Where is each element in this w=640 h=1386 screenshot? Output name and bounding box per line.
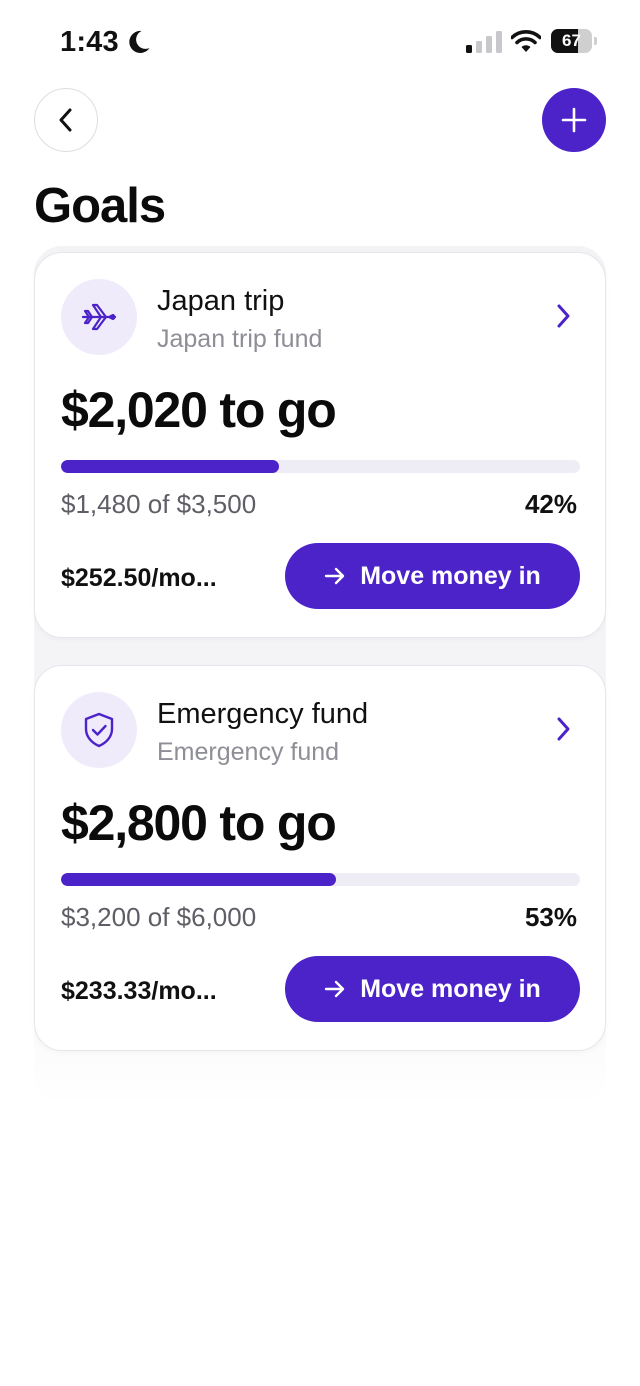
- plus-icon: [561, 107, 587, 133]
- move-money-in-button[interactable]: Move money in: [285, 543, 580, 609]
- arrow-right-icon: [325, 980, 345, 998]
- goal-saved-of-target: $1,480 of $3,500: [61, 489, 257, 519]
- move-money-in-label: Move money in: [360, 561, 541, 590]
- chevron-right-icon[interactable]: [551, 714, 575, 744]
- battery-level: 67: [562, 31, 581, 50]
- wifi-icon: [511, 30, 541, 52]
- move-money-in-label: Move money in: [360, 974, 541, 1003]
- status-bar: 1:43 67: [0, 0, 640, 86]
- moon-icon: [129, 30, 150, 53]
- status-time: 1:43: [60, 26, 119, 58]
- battery-indicator: 67: [551, 29, 597, 53]
- goal-saved-of-target: $3,200 of $6,000: [61, 902, 257, 932]
- chevron-left-icon: [59, 108, 72, 132]
- goals-screen: 1:43 67 Goals Japan trip Japan trip fund…: [0, 0, 640, 1386]
- goal-remaining-amount: $2,020 to go: [61, 382, 337, 438]
- battery-body: 67: [551, 29, 592, 53]
- chevron-right-icon[interactable]: [551, 301, 575, 331]
- goal-percent: 53%: [524, 902, 577, 932]
- goal-progress-bar: [61, 873, 580, 886]
- goal-subtitle: Japan trip fund: [157, 325, 323, 353]
- page-title: Goals: [34, 179, 166, 233]
- goal-progress-fill: [61, 460, 279, 473]
- airplane-icon: [81, 303, 117, 331]
- arrow-right-icon: [325, 567, 345, 585]
- goal-title: Japan trip: [157, 285, 285, 317]
- goal-progress-fill: [61, 873, 337, 886]
- cellular-signal-icon: [466, 31, 502, 53]
- goal-card-japan-trip[interactable]: Japan trip Japan trip fund $2,020 to go …: [34, 252, 606, 638]
- battery-tip: [594, 37, 597, 45]
- add-goal-button[interactable]: [542, 88, 606, 152]
- shield-check-icon: [84, 712, 114, 748]
- goal-subtitle: Emergency fund: [157, 738, 340, 766]
- goal-monthly-contribution: $233.33/mo...: [61, 977, 217, 1005]
- goal-title: Emergency fund: [157, 698, 369, 730]
- move-money-in-button[interactable]: Move money in: [285, 956, 580, 1022]
- back-button[interactable]: [34, 88, 98, 152]
- goal-card-emergency-fund[interactable]: Emergency fund Emergency fund $2,800 to …: [34, 665, 606, 1051]
- goal-icon-badge: [61, 279, 137, 355]
- goal-progress-bar: [61, 460, 580, 473]
- goal-icon-badge: [61, 692, 137, 768]
- goal-monthly-contribution: $252.50/mo...: [61, 564, 217, 592]
- goal-remaining-amount: $2,800 to go: [61, 795, 337, 851]
- goal-percent: 42%: [524, 489, 577, 519]
